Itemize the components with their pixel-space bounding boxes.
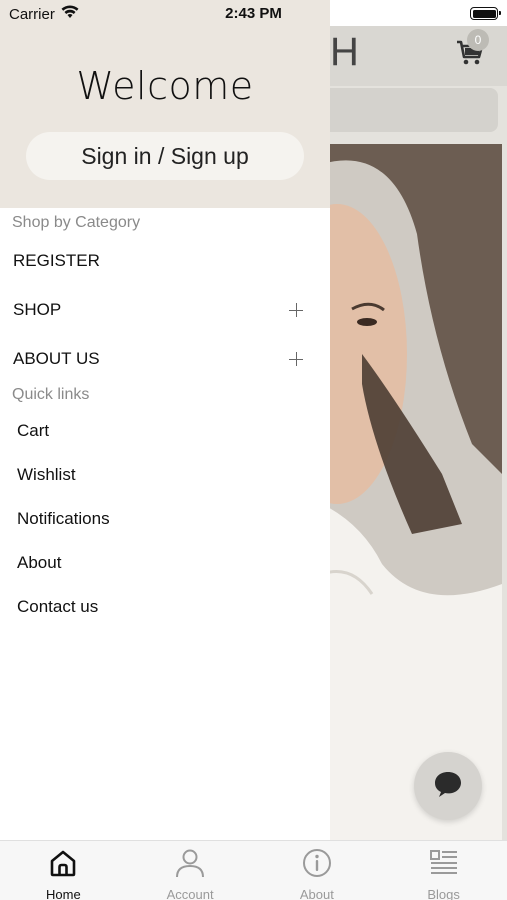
- quick-link-contact-us[interactable]: Contact us: [17, 592, 307, 622]
- plus-icon[interactable]: [289, 352, 303, 366]
- menu-item-about-us[interactable]: ABOUT US: [13, 342, 305, 376]
- quick-link-label: Cart: [17, 421, 50, 440]
- battery-icon: [470, 7, 501, 20]
- drawer-header: Welcome Sign in / Sign up: [0, 0, 330, 208]
- plus-icon[interactable]: [289, 303, 303, 317]
- background-search-bar[interactable]: [318, 88, 498, 132]
- tab-blogs[interactable]: Blogs: [380, 841, 507, 900]
- info-icon: [301, 847, 333, 884]
- hero-image: [322, 144, 502, 840]
- tab-about[interactable]: About: [254, 841, 381, 900]
- quick-link-label: Wishlist: [17, 465, 76, 484]
- background-logo: H: [330, 30, 361, 74]
- tab-label: Blogs: [427, 887, 460, 900]
- quick-link-label: Contact us: [17, 597, 99, 616]
- status-time: 2:43 PM: [225, 5, 282, 22]
- quick-link-cart[interactable]: Cart: [17, 416, 307, 446]
- sign-in-button[interactable]: Sign in / Sign up: [26, 132, 304, 180]
- account-icon: [174, 847, 206, 884]
- quick-link-notifications[interactable]: Notifications: [17, 504, 307, 534]
- quick-links-label: Quick links: [12, 386, 90, 403]
- status-bar: Carrier 2:43 PM: [0, 0, 507, 26]
- menu-item-shop[interactable]: SHOP: [13, 293, 305, 327]
- shop-by-category-label: Shop by Category: [12, 214, 141, 231]
- home-icon: [47, 847, 79, 884]
- blogs-icon: [428, 847, 460, 884]
- tab-label: Account: [166, 887, 214, 900]
- chat-bubble-icon: [433, 770, 463, 803]
- tab-label: About: [299, 887, 334, 900]
- side-drawer: Welcome Sign in / Sign up Shop by Catego…: [0, 0, 330, 840]
- quick-link-wishlist[interactable]: Wishlist: [17, 460, 307, 490]
- menu-item-label: ABOUT US: [13, 349, 100, 368]
- menu-item-register[interactable]: REGISTER: [13, 244, 305, 278]
- bottom-tab-bar: Home Account About Blogs: [0, 840, 507, 900]
- welcome-title: Welcome: [76, 64, 254, 108]
- chat-button[interactable]: [414, 752, 482, 820]
- menu-item-label: SHOP: [13, 300, 62, 319]
- tab-home[interactable]: Home: [0, 841, 127, 900]
- tab-account[interactable]: Account: [127, 841, 254, 900]
- menu-item-label: REGISTER: [13, 251, 100, 270]
- quick-link-label: About: [17, 553, 62, 572]
- tab-label: Home: [46, 887, 81, 900]
- quick-link-label: Notifications: [17, 509, 110, 528]
- quick-link-about[interactable]: About: [17, 548, 307, 578]
- cart-count-badge: 0: [467, 29, 489, 51]
